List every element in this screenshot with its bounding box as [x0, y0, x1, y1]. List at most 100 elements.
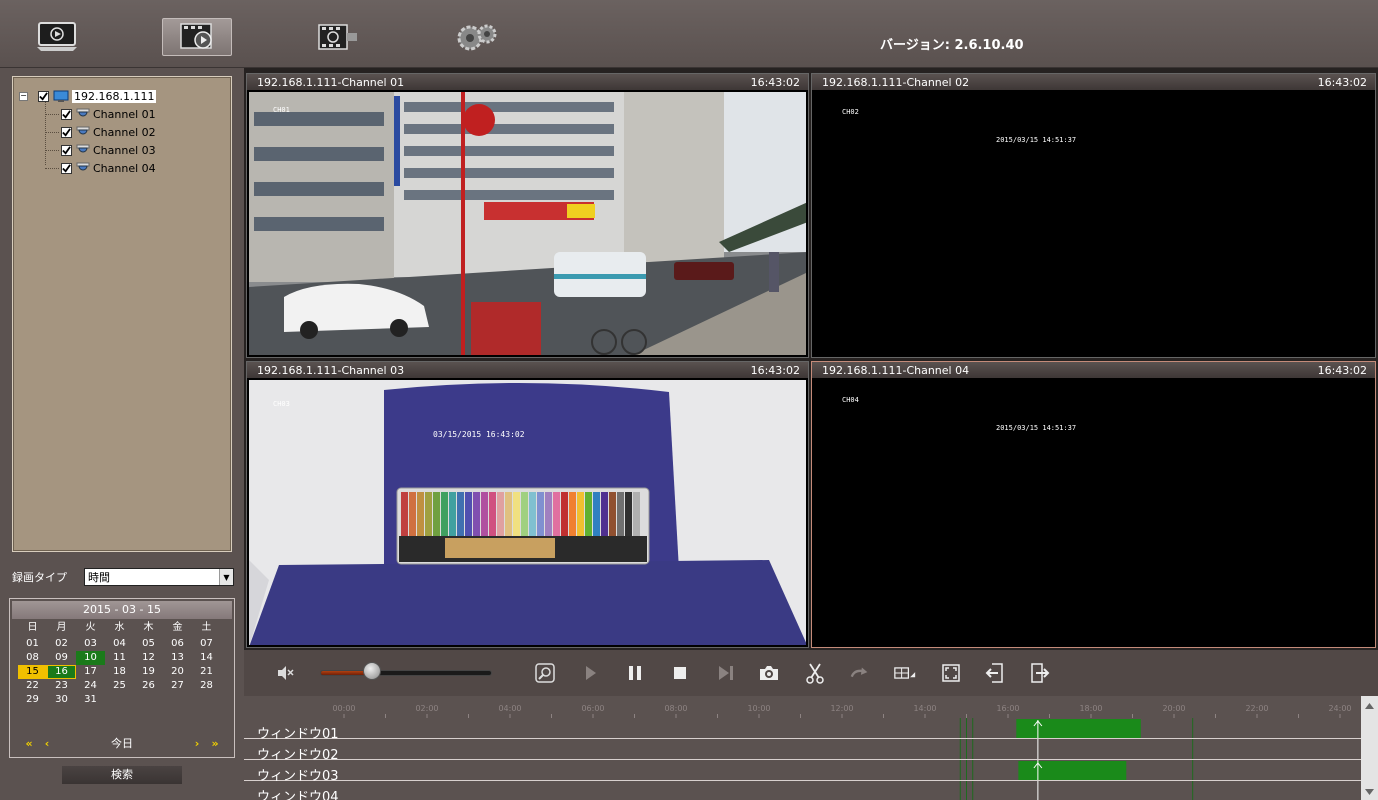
calendar-day[interactable]: 15	[18, 665, 47, 679]
snapshot-button[interactable]	[758, 662, 780, 684]
gears-icon	[457, 24, 497, 51]
chevron-down-icon[interactable]: ▼	[219, 569, 233, 585]
record-type-value: 時間	[88, 571, 110, 584]
calendar-day[interactable]: 05	[134, 637, 163, 651]
timeline-row[interactable]: ウィンドウ03	[244, 760, 1361, 784]
calendar-day[interactable]: 16	[47, 665, 76, 679]
prev-year-button[interactable]: «	[20, 737, 38, 750]
zoom-button[interactable]	[534, 662, 556, 684]
layout-button[interactable]	[894, 662, 916, 684]
calendar-day[interactable]: 12	[134, 651, 163, 665]
checkmark-icon	[62, 109, 71, 119]
calendar-day[interactable]: 23	[47, 679, 76, 693]
calendar-day[interactable]: 29	[18, 693, 47, 707]
timeline-row[interactable]: ウィンドウ01	[244, 718, 1361, 742]
timeline-row[interactable]: ウィンドウ04	[244, 781, 1361, 800]
step-forward-button[interactable]	[714, 662, 736, 684]
calendar-day[interactable]: 17	[76, 665, 105, 679]
export-icon	[1031, 663, 1050, 683]
calendar-day[interactable]: 24	[76, 679, 105, 693]
tree-channel-row[interactable]: Channel 04	[45, 160, 156, 176]
search-button[interactable]: 検索	[62, 766, 182, 784]
scroll-down-icon[interactable]	[1361, 783, 1378, 800]
export-button[interactable]	[302, 18, 372, 56]
pane-header: 192.168.1.111-Channel 04 16:43:02	[812, 362, 1375, 378]
dome-camera-icon	[76, 126, 90, 135]
video-pane-4[interactable]: 192.168.1.111-Channel 04 16:43:02 CH04 2…	[811, 361, 1376, 648]
calendar-day[interactable]: 22	[18, 679, 47, 693]
export-clip-button[interactable]	[1028, 662, 1050, 684]
channel-checkbox[interactable]	[61, 126, 72, 138]
video-feed-street: CH01	[249, 92, 806, 355]
calendar-day[interactable]: 10	[76, 651, 105, 665]
prev-month-button[interactable]: ‹	[38, 737, 56, 750]
calendar-day[interactable]: 11	[105, 651, 134, 665]
tree-device-row[interactable]: − 192.168.1.111	[19, 88, 157, 104]
video-pane-3[interactable]: 192.168.1.111-Channel 03 16:43:02 CH03 0…	[246, 361, 809, 648]
calendar-day[interactable]: 04	[105, 637, 134, 651]
video-pane-2[interactable]: 192.168.1.111-Channel 02 16:43:02 CH02 2…	[811, 73, 1376, 358]
calendar-day[interactable]: 31	[76, 693, 105, 707]
live-view-button[interactable]	[22, 18, 92, 56]
mute-button[interactable]	[274, 662, 296, 684]
checkmark-icon	[62, 145, 71, 155]
snapshot-icon	[760, 666, 778, 680]
next-month-button[interactable]: ›	[188, 737, 206, 750]
timeline-row[interactable]: ウィンドウ02	[244, 739, 1361, 763]
calendar-day[interactable]: 02	[47, 637, 76, 651]
calendar-day[interactable]: 28	[192, 679, 221, 693]
calendar-day[interactable]: 01	[18, 637, 47, 651]
video-pane-1[interactable]: 192.168.1.111-Channel 01 16:43:02 CH01	[246, 73, 809, 358]
tree-channel-row[interactable]: Channel 03	[45, 142, 156, 158]
today-button[interactable]: 今日	[56, 735, 188, 751]
cut-button[interactable]	[804, 662, 826, 684]
calendar-day[interactable]: 08	[18, 651, 47, 665]
record-type-select[interactable]: 時間 ▼	[84, 568, 234, 586]
volume-slider-knob[interactable]	[362, 662, 381, 680]
import-button[interactable]	[984, 662, 1006, 684]
next-year-button[interactable]: »	[206, 737, 224, 750]
channel-checkbox[interactable]	[61, 144, 72, 156]
osd-channel-name: CH04	[842, 396, 859, 404]
calendar-day[interactable]: 14	[192, 651, 221, 665]
tree-channel-row[interactable]: Channel 01	[45, 106, 156, 122]
settings-button[interactable]	[442, 18, 512, 56]
calendar-day[interactable]: 09	[47, 651, 76, 665]
pane-time: 16:43:02	[750, 75, 800, 89]
cut-icon	[806, 663, 824, 684]
dome-camera-icon	[76, 162, 90, 171]
calendar-day[interactable]: 21	[192, 665, 221, 679]
playback-button[interactable]	[162, 18, 232, 56]
volume-slider-track[interactable]	[320, 670, 492, 676]
top-toolbar: バージョン: 2.6.10.40	[0, 0, 1378, 68]
calendar-day[interactable]: 20	[163, 665, 192, 679]
pane-time: 16:43:02	[1317, 363, 1367, 377]
tree-channel-row[interactable]: Channel 02	[45, 124, 156, 140]
pane-title: 192.168.1.111-Channel 04	[822, 363, 970, 377]
pause-button[interactable]	[624, 662, 646, 684]
timeline[interactable]: 00:00 02:00 04:00 06:00 08:00 10:00 12:00 14:00…	[244, 696, 1361, 800]
calendar-day[interactable]: 18	[105, 665, 134, 679]
calendar-day[interactable]: 03	[76, 637, 105, 651]
calendar-day[interactable]: 06	[163, 637, 192, 651]
calendar-day[interactable]: 07	[192, 637, 221, 651]
video-feed-black: CH04 2015/03/15 14:51:37	[814, 380, 1373, 645]
fullscreen-icon	[942, 664, 960, 682]
play-button[interactable]	[579, 662, 601, 684]
timeline-scrollbar[interactable]	[1361, 696, 1378, 800]
redo-button[interactable]	[849, 662, 871, 684]
device-checkbox[interactable]	[38, 90, 49, 102]
scroll-up-icon[interactable]	[1361, 698, 1378, 715]
calendar-weekday: 月	[56, 622, 67, 633]
calendar-day[interactable]: 19	[134, 665, 163, 679]
calendar-day[interactable]: 13	[163, 651, 192, 665]
calendar-day[interactable]: 25	[105, 679, 134, 693]
calendar-day[interactable]: 27	[163, 679, 192, 693]
channel-checkbox[interactable]	[61, 108, 72, 120]
fullscreen-button[interactable]	[940, 662, 962, 684]
channel-checkbox[interactable]	[61, 162, 72, 174]
calendar-day[interactable]: 26	[134, 679, 163, 693]
calendar-day[interactable]: 30	[47, 693, 76, 707]
collapse-toggle-icon[interactable]: −	[19, 91, 28, 101]
stop-button[interactable]	[669, 662, 691, 684]
